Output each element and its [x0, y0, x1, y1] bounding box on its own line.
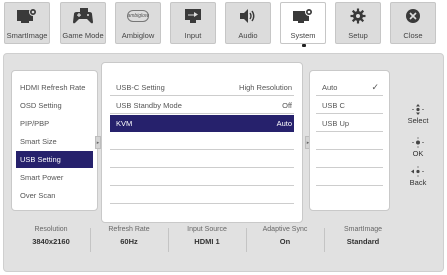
menu-item-usb-setting[interactable]: USB Setting	[16, 151, 93, 168]
status-key: Refresh Rate	[108, 226, 150, 233]
system-icon	[281, 3, 325, 29]
tab-ambiglow[interactable]: ambiglow Ambiglow	[115, 2, 161, 44]
status-smartimage: SmartImage Standard	[324, 224, 402, 248]
submenu-row-value: Off	[282, 100, 292, 110]
menu-item-pip-pbp[interactable]: PIP/PBP	[16, 115, 93, 132]
tab-audio[interactable]: Audio	[225, 2, 271, 44]
tab-label: Ambiglow	[121, 31, 155, 40]
menu-item-smart-size[interactable]: Smart Size	[16, 133, 93, 150]
tab-label: Close	[403, 31, 423, 40]
tab-setup[interactable]: Setup	[335, 2, 381, 44]
submenu-row-empty	[110, 187, 294, 204]
tab-label: Input	[184, 31, 202, 40]
submenu-row-empty	[110, 133, 294, 150]
submenu-row-usb-standby-mode[interactable]: USB Standby Mode Off	[110, 97, 294, 114]
menu-item-hdmi-refresh-rate[interactable]: HDMI Refresh Rate	[16, 79, 93, 96]
joystick-left-icon	[411, 166, 424, 177]
submenu-row-label: KVM	[116, 119, 133, 128]
menu-item-osd-setting[interactable]: OSD Setting	[16, 97, 93, 114]
tab-system[interactable]: System	[280, 2, 326, 47]
ambiglow-badge: ambiglow	[127, 10, 149, 22]
status-adaptive-sync: Adaptive Sync On	[246, 224, 324, 248]
tab-game-mode[interactable]: Game Mode	[60, 2, 106, 44]
select-label: Select	[407, 116, 429, 125]
status-bar: Resolution 3840x2160 Refresh Rate 60Hz I…	[12, 224, 402, 258]
tab-label: Audio	[238, 31, 258, 40]
menu-item-smart-power[interactable]: Smart Power	[16, 169, 93, 186]
tab-close[interactable]: Close	[390, 2, 436, 44]
submenu-row-kvm[interactable]: KVM Auto	[110, 115, 294, 132]
joystick-press-icon	[412, 137, 424, 148]
back-control[interactable]: Back	[396, 166, 440, 187]
tab-input[interactable]: Input	[170, 2, 216, 44]
submenu-row-value: Auto	[276, 119, 292, 128]
back-label: Back	[409, 178, 427, 187]
tab-label: Game Mode	[62, 31, 104, 40]
checkmark-icon: ✓	[371, 81, 379, 92]
input-icon	[171, 3, 215, 29]
status-key: Resolution	[34, 226, 68, 233]
status-resolution: Resolution 3840x2160	[12, 224, 90, 248]
menu-item-over-scan[interactable]: Over Scan	[16, 187, 93, 204]
option-auto[interactable]: Auto ✓	[316, 79, 383, 96]
status-refresh-rate: Refresh Rate 60Hz	[90, 224, 168, 248]
select-control[interactable]: Select	[396, 104, 440, 125]
kvm-options: Auto ✓ USB C USB Up	[309, 70, 390, 211]
option-label: USB C	[322, 100, 345, 110]
submenu-row-empty	[110, 151, 294, 168]
status-value: HDMI 1	[194, 237, 220, 246]
usb-submenu: USB-C Setting High Resolution USB Standb…	[101, 62, 303, 223]
status-key: SmartImage	[343, 226, 383, 233]
submenu-row-value: High Resolution	[239, 82, 292, 92]
option-usb-up[interactable]: USB Up	[316, 115, 383, 132]
close-icon	[391, 3, 435, 29]
option-empty	[316, 151, 383, 168]
status-value: On	[279, 237, 291, 246]
option-usb-c[interactable]: USB C	[316, 97, 383, 114]
status-value: 3840x2160	[32, 237, 70, 246]
tab-bar: SmartImage Game Mode ambiglow Ambiglow I…	[4, 2, 444, 47]
smartimage-icon	[5, 3, 49, 29]
gear-icon	[336, 3, 380, 29]
status-key: Input Source	[187, 226, 227, 233]
tab-label: Setup	[348, 31, 368, 40]
ok-label: OK	[412, 149, 424, 158]
option-empty	[316, 169, 383, 186]
status-value: Standard	[346, 237, 380, 246]
status-key: Adaptive Sync	[262, 226, 308, 233]
submenu-row-usb-c-setting[interactable]: USB-C Setting High Resolution	[110, 79, 294, 96]
submenu-row-label: USB-C Setting	[116, 82, 165, 92]
joystick-updown-icon	[412, 104, 424, 115]
ambiglow-icon: ambiglow	[116, 3, 160, 29]
submenu-row-label: USB Standby Mode	[116, 100, 182, 110]
system-menu: HDMI Refresh Rate OSD Setting PIP/PBP Sm…	[11, 70, 98, 211]
status-input-source: Input Source HDMI 1	[168, 224, 246, 248]
status-value: 60Hz	[120, 237, 138, 246]
option-label: USB Up	[322, 118, 350, 128]
tab-label: System	[290, 31, 316, 40]
gamepad-icon	[61, 3, 105, 29]
option-label: Auto	[322, 82, 338, 92]
tab-label: SmartImage	[6, 31, 48, 40]
tab-smartimage[interactable]: SmartImage	[4, 2, 50, 44]
monitor-osd: SmartImage Game Mode ambiglow Ambiglow I…	[0, 0, 447, 275]
speaker-icon	[226, 3, 270, 29]
option-empty	[316, 133, 383, 150]
submenu-row-empty	[110, 169, 294, 186]
settings-panel: HDMI Refresh Rate OSD Setting PIP/PBP Sm…	[3, 53, 444, 272]
ok-control[interactable]: OK	[396, 137, 440, 158]
